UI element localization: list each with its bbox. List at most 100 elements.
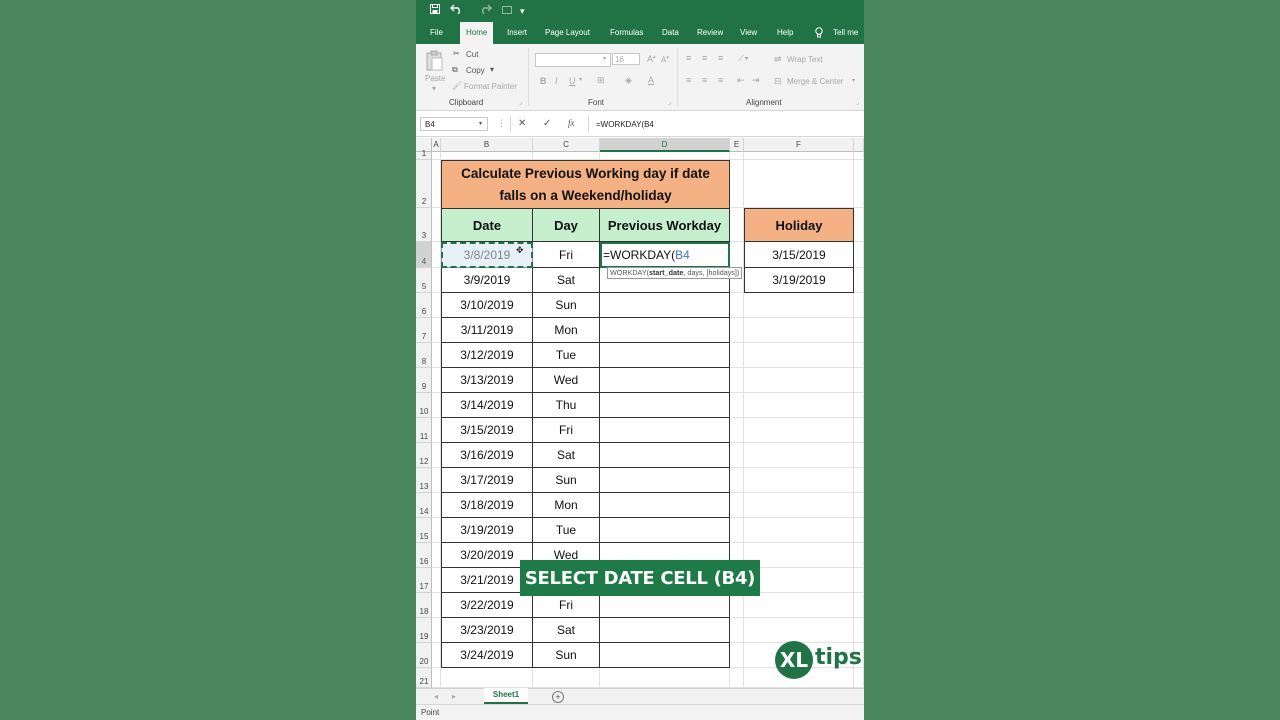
previous-workday-cell[interactable] <box>600 293 730 318</box>
tab-file[interactable]: File <box>430 22 443 44</box>
font-launcher-icon[interactable]: ⌟ <box>668 98 671 106</box>
merge-center-button[interactable]: Merge & Center <box>787 77 843 86</box>
undo-icon[interactable] <box>450 4 464 18</box>
previous-workday-cell[interactable] <box>600 593 730 618</box>
increase-indent-icon[interactable]: ⇥ <box>752 75 760 86</box>
format-painter-button[interactable]: Format Painter <box>464 82 517 91</box>
row-header-20[interactable]: 20 <box>416 643 432 668</box>
align-top-icon[interactable]: ≡ <box>686 53 691 63</box>
row-header-11[interactable]: 11 <box>416 418 432 443</box>
date-cell[interactable]: 3/13/2019 <box>441 368 533 393</box>
copy-button[interactable]: Copy <box>466 66 485 75</box>
day-cell[interactable]: Sun <box>533 643 600 668</box>
alignment-launcher-icon[interactable]: ⌟ <box>856 98 859 106</box>
row-header-14[interactable]: 14 <box>416 493 432 518</box>
align-left-icon[interactable]: ≡ <box>686 75 691 85</box>
previous-workday-cell[interactable] <box>600 318 730 343</box>
holiday-cell[interactable]: 3/19/2019 <box>744 268 854 293</box>
row-header-18[interactable]: 18 <box>416 593 432 618</box>
column-header-f[interactable]: F <box>744 138 854 152</box>
day-cell[interactable]: Thu <box>533 393 600 418</box>
previous-workday-cell[interactable] <box>600 643 730 668</box>
day-cell[interactable]: Fri <box>533 418 600 443</box>
date-cell[interactable]: 3/24/2019 <box>441 643 533 668</box>
italic-button[interactable]: I <box>555 76 558 86</box>
date-cell[interactable]: 3/23/2019 <box>441 618 533 643</box>
row-header-19[interactable]: 19 <box>416 618 432 643</box>
date-cell[interactable]: 3/14/2019 <box>441 393 533 418</box>
previous-workday-cell[interactable] <box>600 468 730 493</box>
row-header-8[interactable]: 8 <box>416 343 432 368</box>
date-cell[interactable]: 3/18/2019 <box>441 493 533 518</box>
day-cell[interactable]: Sun <box>533 468 600 493</box>
paste-dropdown-icon[interactable]: ▾ <box>432 84 436 93</box>
date-cell[interactable]: 3/22/2019 <box>441 593 533 618</box>
merge-dropdown-icon[interactable]: ▾ <box>852 77 855 84</box>
paste-button[interactable]: Paste <box>425 74 445 83</box>
redo-icon[interactable] <box>478 4 492 18</box>
copy-dropdown-icon[interactable]: ▾ <box>490 65 494 74</box>
tab-review[interactable]: Review <box>697 22 723 44</box>
add-sheet-icon[interactable]: + <box>552 691 564 703</box>
paste-icon[interactable] <box>426 50 444 72</box>
name-box[interactable]: B4 <box>420 117 488 131</box>
tab-page-layout[interactable]: Page Layout <box>545 22 590 44</box>
day-cell[interactable]: Sat <box>533 268 600 293</box>
tab-formulas[interactable]: Formulas <box>610 22 643 44</box>
previous-workday-cell[interactable]: =WORKDAY(B4 <box>600 242 730 268</box>
align-right-icon[interactable]: ≡ <box>718 75 723 85</box>
row-header-21[interactable]: 21 <box>416 668 432 688</box>
enter-icon[interactable]: ✓ <box>543 118 551 129</box>
column-header-b[interactable]: B <box>441 138 533 152</box>
previous-workday-cell[interactable] <box>600 443 730 468</box>
column-header-e[interactable]: E <box>730 138 744 152</box>
cut-button[interactable]: Cut <box>466 50 478 59</box>
decrease-font-icon[interactable]: A▾ <box>661 55 669 65</box>
previous-workday-cell[interactable] <box>600 418 730 443</box>
row-header-1[interactable]: 1 <box>416 149 432 160</box>
holiday-header[interactable]: Holiday <box>744 208 854 242</box>
column-header-c[interactable]: C <box>533 138 600 152</box>
lightbulb-icon[interactable] <box>815 22 823 44</box>
date-cell[interactable]: 3/16/2019 <box>441 443 533 468</box>
cancel-icon[interactable]: ✕ <box>518 118 526 129</box>
borders-icon[interactable]: ⊞ <box>597 75 605 86</box>
font-size-combobox[interactable]: 16 <box>612 53 640 65</box>
row-header-10[interactable]: 10 <box>416 393 432 418</box>
tab-view[interactable]: View <box>740 22 757 44</box>
worksheet-grid[interactable]: ABCDEF 1 2 3 4 5 6 7 8 9 10 11 12 13 14 15 16 17 18 19 20 21… <box>416 138 864 688</box>
name-box-dropdown-icon[interactable]: ▾ <box>479 120 482 127</box>
previous-workday-cell[interactable] <box>600 343 730 368</box>
formula-input[interactable]: =WORKDAY(B4 <box>596 120 654 129</box>
day-cell[interactable]: Sat <box>533 443 600 468</box>
date-cell[interactable]: 3/19/2019 <box>441 518 533 543</box>
floppy-disk-icon[interactable] <box>430 4 440 18</box>
row-header-7[interactable]: 7 <box>416 318 432 343</box>
align-middle-icon[interactable]: ≡ <box>702 53 707 63</box>
underline-button[interactable]: U <box>569 76 576 86</box>
day-cell[interactable]: Fri <box>533 242 600 268</box>
day-cell[interactable]: Sat <box>533 618 600 643</box>
day-cell[interactable]: Tue <box>533 518 600 543</box>
column-header-d[interactable]: D <box>600 138 730 152</box>
row-header-12[interactable]: 12 <box>416 443 432 468</box>
date-cell[interactable]: 3/12/2019 <box>441 343 533 368</box>
tab-data[interactable]: Data <box>662 22 679 44</box>
previous-workday-cell[interactable] <box>600 368 730 393</box>
orientation-icon[interactable]: ⟋▾ <box>738 53 749 64</box>
wrap-text-button[interactable]: Wrap Text <box>787 55 823 64</box>
align-bottom-icon[interactable]: ≡ <box>718 53 723 63</box>
align-center-icon[interactable]: ≡ <box>702 75 707 85</box>
tell-me-search[interactable]: Tell me w <box>833 22 864 59</box>
formula-bar-options-icon[interactable]: ⋮ <box>497 118 506 129</box>
date-cell[interactable]: 3/11/2019 <box>441 318 533 343</box>
column-header-a[interactable]: A <box>432 138 441 152</box>
previous-workday-cell[interactable] <box>600 493 730 518</box>
tab-help[interactable]: Help <box>777 22 793 44</box>
day-cell[interactable]: Sun <box>533 293 600 318</box>
tab-home[interactable]: Home <box>460 22 494 44</box>
row-header-13[interactable]: 13 <box>416 468 432 493</box>
clipboard-launcher-icon[interactable]: ⌟ <box>519 98 522 106</box>
decrease-indent-icon[interactable]: ⇤ <box>737 75 745 86</box>
row-header-3[interactable]: 3 <box>416 208 432 242</box>
